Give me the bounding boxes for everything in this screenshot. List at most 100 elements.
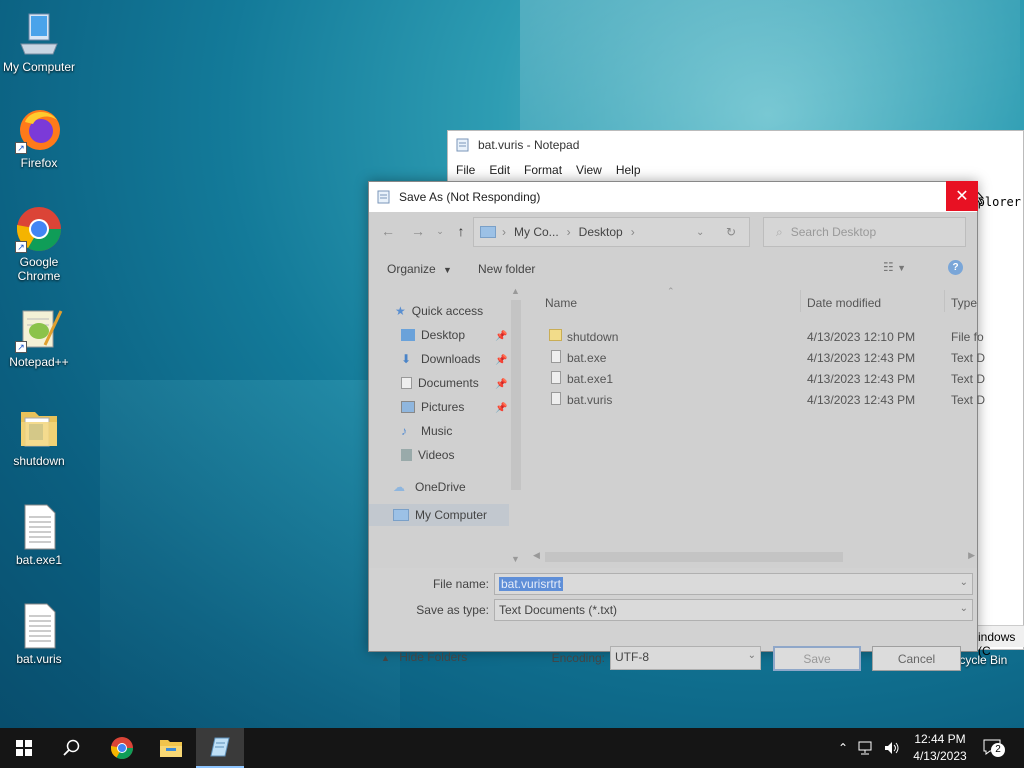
back-arrow-icon[interactable]: ←	[379, 222, 397, 240]
shortcut-arrow-icon: ↗	[15, 142, 27, 154]
menu-file[interactable]: File	[456, 163, 475, 177]
organize-button[interactable]: Organize ▼	[387, 262, 452, 276]
desktop-icon-bat-exe1[interactable]: bat.exe1	[1, 503, 77, 567]
forward-arrow-icon[interactable]: →	[409, 222, 427, 240]
notepad-titlebar[interactable]: bat.vuris - Notepad	[448, 131, 1023, 159]
file-type: File fo	[951, 330, 984, 344]
menu-edit[interactable]: Edit	[489, 163, 510, 177]
wallpaper-streak	[520, 0, 1020, 140]
document-icon	[551, 350, 561, 363]
column-header-type[interactable]: Type	[951, 296, 977, 310]
clock-date: 4/13/2023	[913, 749, 967, 763]
chevron-down-icon[interactable]: ⌄	[960, 577, 968, 588]
encoding-label: Encoding:	[551, 651, 605, 665]
breadcrumb-desktop[interactable]: Desktop	[579, 225, 623, 239]
file-row[interactable]: bat.exe 4/13/2023 12:43 PM Text D	[529, 347, 985, 368]
shortcut-arrow-icon: ↗	[15, 241, 27, 253]
notepad-icon	[210, 737, 230, 757]
pictures-icon	[401, 401, 415, 413]
new-folder-button[interactable]: New folder	[478, 262, 535, 276]
address-bar[interactable]: › My Co... › Desktop › ⌄ ↻	[473, 217, 750, 247]
file-date: 4/13/2023 12:43 PM	[807, 372, 916, 386]
file-name-input[interactable]: bat.vurisrtrt ⌄	[494, 573, 973, 595]
breadcrumb-separator-icon: ›	[502, 225, 506, 239]
file-row[interactable]: shutdown 4/13/2023 12:10 PM File fo	[529, 326, 984, 347]
encoding-select[interactable]: UTF-8 ⌄	[610, 646, 761, 670]
windows-logo-icon	[16, 740, 32, 756]
menu-format[interactable]: Format	[524, 163, 562, 177]
search-input[interactable]: ⌕ Search Desktop	[763, 217, 966, 247]
encoding-value: UTF-8	[615, 650, 649, 664]
scroll-down-icon[interactable]: ▼	[511, 554, 520, 564]
file-date: 4/13/2023 12:10 PM	[807, 330, 916, 344]
tree-downloads[interactable]: ⬇ Downloads	[401, 352, 480, 366]
taskbar-clock[interactable]: 12:44 PM 4/13/2023	[905, 731, 975, 765]
clock-time: 12:44 PM	[914, 732, 966, 746]
taskbar-file-explorer[interactable]	[147, 728, 195, 768]
hide-folders-button[interactable]: ▲ Hide Folders	[381, 650, 467, 664]
notepad-icon	[456, 138, 470, 152]
file-row[interactable]: bat.exe1 4/13/2023 12:43 PM Text D	[529, 368, 985, 389]
scroll-left-icon[interactable]: ◀	[533, 550, 540, 561]
notepadpp-icon: ↗	[15, 305, 63, 353]
file-row[interactable]: bat.vuris 4/13/2023 12:43 PM Text D	[529, 389, 985, 410]
up-arrow-icon[interactable]: ↑	[452, 222, 470, 240]
desktop-icon-notepadpp[interactable]: ↗ Notepad++	[1, 305, 77, 369]
volume-icon[interactable]	[884, 741, 900, 755]
recent-locations-chevron-icon[interactable]: ⌄	[431, 222, 449, 240]
view-options-icon[interactable]: ☷ ▼	[883, 260, 906, 274]
folder-icon	[15, 404, 63, 452]
tree-onedrive[interactable]: ☁ OneDrive	[393, 480, 466, 494]
scroll-up-icon[interactable]: ▲	[511, 286, 520, 296]
scrollbar-thumb[interactable]	[545, 552, 843, 562]
desktop-icon-google-chrome[interactable]: ↗ Google Chrome	[1, 205, 77, 283]
cancel-button[interactable]: Cancel	[872, 646, 961, 671]
save-button[interactable]: Save	[773, 646, 861, 671]
tree-desktop[interactable]: Desktop	[401, 328, 465, 342]
save-as-type-value: Text Documents (*.txt)	[499, 603, 618, 617]
dialog-title: Save As (Not Responding)	[399, 190, 541, 204]
desktop-icon-my-computer[interactable]: My Computer	[1, 10, 77, 74]
file-explorer-icon	[160, 740, 182, 757]
tree-my-computer[interactable]: My Computer	[369, 504, 509, 526]
chevron-up-icon[interactable]: ⌃	[838, 741, 848, 755]
desktop-icon-shutdown[interactable]: shutdown	[1, 404, 77, 468]
help-icon[interactable]: ?	[948, 260, 963, 275]
scroll-right-icon[interactable]: ▶	[968, 550, 975, 561]
taskbar-notepad[interactable]	[196, 728, 244, 768]
file-list-horizontal-scrollbar[interactable]: ◀ ▶	[529, 550, 979, 564]
chevron-down-icon: ▼	[443, 265, 452, 275]
desktop-icon-bat-vuris[interactable]: bat.vuris	[1, 602, 77, 666]
file-type: Text D	[951, 393, 986, 407]
file-date: 4/13/2023 12:43 PM	[807, 393, 916, 407]
file-name-value: bat.vurisrtrt	[499, 577, 564, 591]
navigation-bar: ← → ⌄ ↑ › My Co... › Desktop › ⌄ ↻ ⌕ Sea…	[369, 216, 977, 248]
network-icon[interactable]	[858, 741, 874, 755]
search-button[interactable]	[48, 728, 96, 768]
taskbar-chrome[interactable]	[98, 728, 146, 768]
save-as-type-select[interactable]: Text Documents (*.txt) ⌄	[494, 599, 973, 621]
menu-help[interactable]: Help	[616, 163, 641, 177]
navigation-scrollbar[interactable]: ▲ ▼	[509, 286, 523, 564]
desktop-icon-label: shutdown	[13, 454, 65, 468]
tree-music[interactable]: ♪ Music	[401, 424, 452, 438]
dialog-titlebar[interactable]: Save As (Not Responding)	[369, 182, 977, 212]
desktop-icon-firefox[interactable]: ↗ Firefox	[1, 106, 77, 170]
column-header-name[interactable]: Name	[545, 296, 577, 310]
scrollbar-thumb[interactable]	[511, 300, 521, 490]
address-dropdown-icon[interactable]: ⌄	[696, 227, 704, 238]
action-center-button[interactable]: 2	[982, 738, 1005, 758]
refresh-icon[interactable]: ↻	[726, 225, 736, 239]
pin-icon: 📌	[495, 331, 508, 342]
tree-documents[interactable]: Documents	[401, 376, 479, 390]
tree-videos[interactable]: Videos	[401, 448, 454, 462]
tree-quick-access[interactable]: ★ Quick access	[395, 304, 483, 318]
folder-icon	[549, 329, 562, 341]
navigation-pane: ★ Quick access Desktop 📌 ⬇ Downloads 📌 D…	[369, 286, 525, 564]
tree-pictures[interactable]: Pictures	[401, 400, 464, 414]
close-button[interactable]: ✕	[946, 181, 978, 211]
menu-view[interactable]: View	[576, 163, 602, 177]
column-header-date-modified[interactable]: Date modified	[807, 296, 881, 310]
start-button[interactable]	[0, 728, 48, 768]
breadcrumb-my-computer[interactable]: My Co...	[514, 225, 559, 239]
